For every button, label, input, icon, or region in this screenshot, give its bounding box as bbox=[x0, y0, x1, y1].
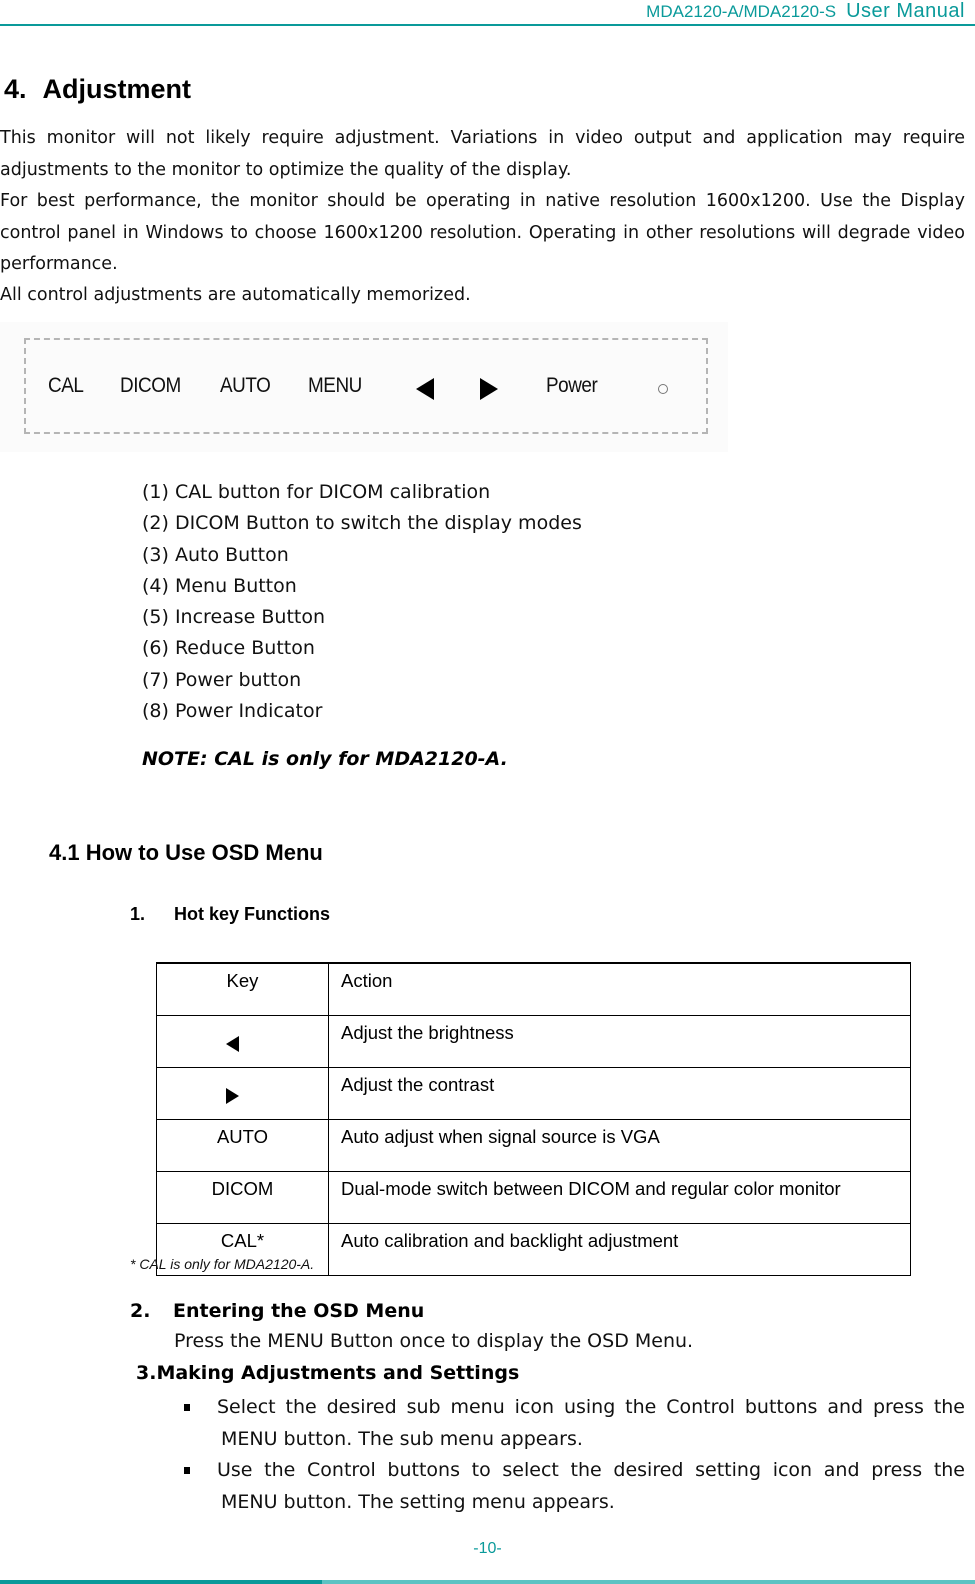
action-cell: Auto adjust when signal source is VGA bbox=[328, 1119, 911, 1172]
control-panel: CAL DICOM AUTO MENU Power bbox=[24, 338, 708, 434]
action-cell: Adjust the contrast bbox=[328, 1067, 911, 1120]
list-item: (5) Increase Button bbox=[142, 606, 326, 629]
action-cell: Adjust the brightness bbox=[328, 1015, 911, 1068]
list-item: (4) Menu Button bbox=[142, 574, 297, 597]
header-key: Key bbox=[156, 962, 329, 1016]
page-header: MDA2120-A/MDA2120-S User Manual bbox=[0, 0, 975, 26]
table-header-row: Key Action bbox=[156, 962, 911, 1016]
adjusting-bullet-list: Select the desired sub menu icon using t… bbox=[184, 1392, 965, 1518]
table-row: Adjust the brightness bbox=[156, 1015, 911, 1068]
action-cell: Dual-mode switch between DICOM and regul… bbox=[328, 1171, 911, 1224]
left-triangle-icon bbox=[416, 378, 434, 400]
button-description-list: (1) CAL button for DICOM calibration (2)… bbox=[142, 477, 582, 727]
header-doc-type: User Manual bbox=[846, 0, 965, 22]
list-item: Use the Control buttons to select the de… bbox=[184, 1455, 965, 1518]
hotkey-title: Hot key Functions bbox=[174, 904, 331, 924]
intro-paragraph-2: For best performance, the monitor should… bbox=[0, 191, 965, 274]
key-cell bbox=[156, 1067, 329, 1120]
footer-rule bbox=[0, 1580, 975, 1584]
header-action: Action bbox=[328, 962, 911, 1016]
list-item: Select the desired sub menu icon using t… bbox=[184, 1392, 965, 1455]
entering-heading: 2. Entering the OSD Menu bbox=[130, 1300, 424, 1322]
entering-number: 2. bbox=[130, 1300, 151, 1322]
key-cell: DICOM bbox=[156, 1171, 329, 1224]
section-number: 4. bbox=[4, 74, 27, 104]
key-cell bbox=[156, 1015, 329, 1068]
section-title: Adjustment bbox=[42, 74, 192, 104]
bullet-square-icon bbox=[184, 1467, 190, 1474]
header-rule bbox=[0, 24, 975, 26]
adjusting-heading: 3.Making Adjustments and Settings bbox=[136, 1362, 520, 1384]
panel-power-label: Power bbox=[546, 374, 598, 397]
page-number: -10- bbox=[473, 1540, 502, 1557]
cal-note: NOTE: CAL is only for MDA2120-A. bbox=[142, 748, 508, 770]
right-triangle-icon bbox=[480, 378, 498, 400]
subsection-heading: 4.1 How to Use OSD Menu bbox=[49, 840, 323, 865]
power-indicator-led-icon bbox=[658, 384, 668, 394]
panel-cal-label: CAL bbox=[48, 374, 84, 397]
intro-paragraph-3: All control adjustments are automaticall… bbox=[0, 285, 471, 305]
entering-body: Press the MENU Button once to display th… bbox=[174, 1330, 694, 1352]
table-footnote: * CAL is only for MDA2120-A. bbox=[130, 1256, 315, 1272]
table-row: DICOM Dual-mode switch between DICOM and… bbox=[156, 1171, 911, 1224]
panel-dicom-label: DICOM bbox=[120, 374, 181, 397]
list-item: (3) Auto Button bbox=[142, 543, 289, 566]
panel-menu-label: MENU bbox=[308, 374, 362, 397]
list-item: (2) DICOM Button to switch the display m… bbox=[142, 512, 582, 535]
hotkey-heading: 1. Hot key Functions bbox=[130, 904, 330, 925]
section-heading: 4. Adjustment bbox=[4, 74, 191, 105]
header-title: MDA2120-A/MDA2120-S User Manual bbox=[646, 0, 965, 23]
list-item: (8) Power Indicator bbox=[142, 700, 323, 723]
table-row: Adjust the contrast bbox=[156, 1067, 911, 1120]
left-triangle-icon bbox=[226, 1036, 239, 1052]
action-cell: Auto calibration and backlight adjustmen… bbox=[328, 1223, 911, 1276]
header-model: MDA2120-A/MDA2120-S bbox=[646, 2, 837, 21]
list-item: (1) CAL button for DICOM calibration bbox=[142, 481, 491, 503]
table-row: AUTO Auto adjust when signal source is V… bbox=[156, 1119, 911, 1172]
hotkey-number: 1. bbox=[130, 904, 146, 924]
key-cell: AUTO bbox=[156, 1119, 329, 1172]
list-item: (7) Power button bbox=[142, 668, 302, 691]
hotkey-table: Key Action Adjust the brightness Adjust … bbox=[156, 962, 911, 1276]
list-item: (6) Reduce Button bbox=[142, 637, 315, 660]
intro-paragraph-1: This monitor will not likely require adj… bbox=[0, 128, 965, 180]
bullet-square-icon bbox=[184, 1404, 190, 1411]
right-triangle-icon bbox=[226, 1088, 239, 1104]
entering-title: Entering the OSD Menu bbox=[173, 1300, 425, 1322]
panel-auto-label: AUTO bbox=[220, 374, 271, 397]
control-panel-illustration: CAL DICOM AUTO MENU Power bbox=[0, 322, 728, 452]
